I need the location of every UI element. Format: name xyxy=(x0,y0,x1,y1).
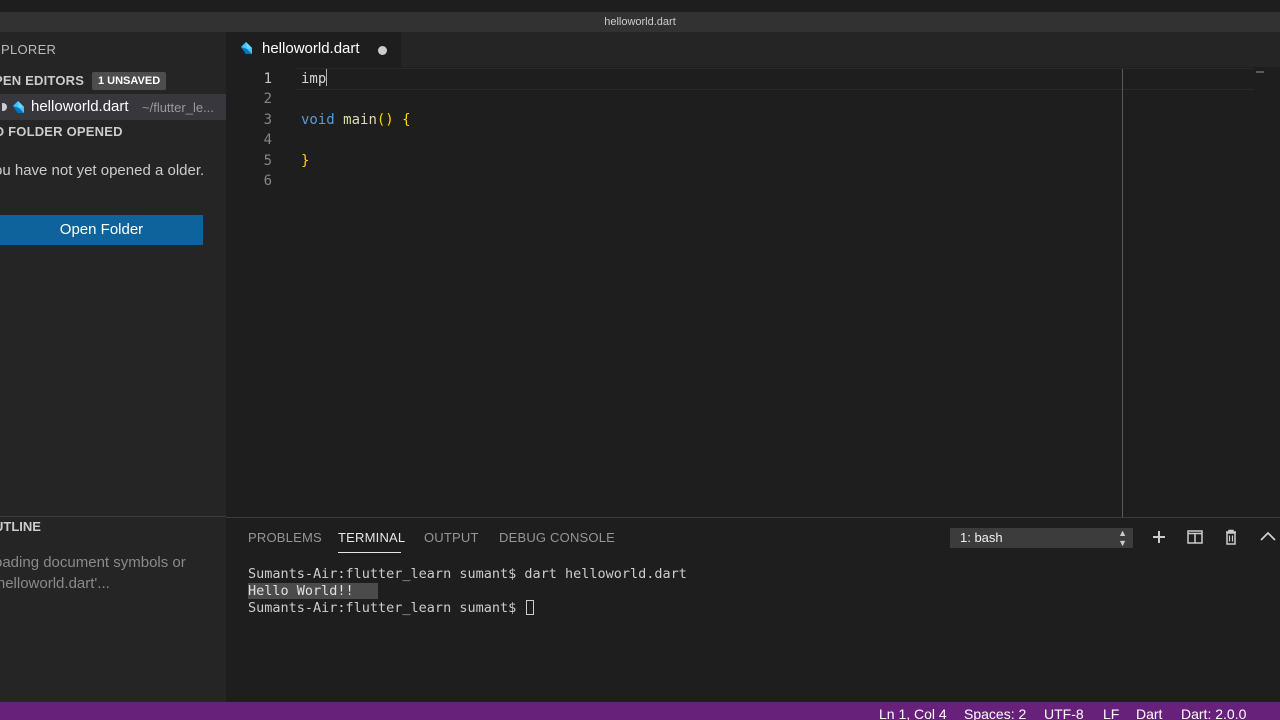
window-title: helloworld.dart xyxy=(604,16,676,28)
shell-select-value: 1: bash xyxy=(960,530,1003,545)
unsaved-dot-icon[interactable] xyxy=(378,46,387,55)
terminal-line-selected: Hello World!! xyxy=(248,583,354,599)
status-language[interactable]: Dart xyxy=(1136,705,1162,720)
open-editors-header[interactable]: PEN EDITORS xyxy=(0,73,84,88)
dart-icon xyxy=(13,101,24,113)
sidebar-divider xyxy=(0,516,226,517)
selection-padding xyxy=(353,583,379,599)
open-editor-item[interactable]: helloworld.dart ~/flutter_le... xyxy=(0,94,226,120)
outline-header[interactable]: UTLINE xyxy=(0,519,41,534)
sidebar: XPLORER PEN EDITORS 1 UNSAVED helloworld… xyxy=(0,32,226,702)
line-number: 2 xyxy=(263,91,272,107)
code-line: 5 } xyxy=(226,151,1256,171)
line-number: 4 xyxy=(263,132,272,148)
tab-problems[interactable]: PROBLEMS xyxy=(248,530,322,545)
bottom-panel: PROBLEMS TERMINAL OUTPUT DEBUG CONSOLE 1… xyxy=(226,517,1280,702)
code-line: 1 imp xyxy=(226,69,1256,89)
text-cursor xyxy=(326,69,328,86)
unsaved-badge: 1 UNSAVED xyxy=(92,72,167,90)
code-text: imp xyxy=(301,71,327,87)
status-sdk-version[interactable]: Dart: 2.0.0 xyxy=(1181,705,1246,720)
no-folder-header[interactable]: O FOLDER OPENED xyxy=(0,124,123,139)
function-name: main xyxy=(343,112,377,128)
dart-icon xyxy=(241,42,252,54)
code-editor[interactable]: 1 imp 2 3 void main() { 4 5 } 6 xyxy=(226,67,1280,517)
line-number: 3 xyxy=(263,112,272,128)
outline-message: oading document symbols or 'helloworld.d… xyxy=(0,554,186,592)
status-encoding[interactable]: UTF-8 xyxy=(1044,705,1084,720)
open-editor-path: ~/flutter_le... xyxy=(142,100,214,115)
dirty-indicator-icon xyxy=(2,103,7,111)
line-code: void main() { xyxy=(301,110,411,130)
line-number: 1 xyxy=(263,71,272,87)
line-code: imp xyxy=(301,69,328,89)
status-cursor-position[interactable]: Ln 1, Col 4 xyxy=(879,705,947,720)
tab-terminal[interactable]: TERMINAL xyxy=(338,530,405,545)
explorer-title: XPLORER xyxy=(0,42,57,57)
plus-icon[interactable] xyxy=(1150,528,1168,546)
editor-tab-bar: helloworld.dart xyxy=(226,32,1280,67)
title-bar: helloworld.dart xyxy=(0,0,1280,32)
active-tab-indicator xyxy=(338,552,401,553)
open-editor-filename: helloworld.dart xyxy=(31,98,129,115)
keyword: void xyxy=(301,112,335,128)
status-indentation[interactable]: Spaces: 2 xyxy=(964,705,1026,720)
tab-helloworld[interactable]: helloworld.dart xyxy=(226,32,401,67)
tab-debug-console[interactable]: DEBUG CONSOLE xyxy=(499,530,615,545)
code-line: 6 xyxy=(226,171,1256,191)
tab-output[interactable]: OUTPUT xyxy=(424,530,479,545)
status-bar: Ln 1, Col 4 Spaces: 2 UTF-8 LF Dart Dart… xyxy=(0,702,1280,720)
code-rest: () { xyxy=(376,112,411,128)
code-line: 3 void main() { xyxy=(226,110,1256,130)
no-folder-message: ou have not yet opened a older. xyxy=(0,162,205,179)
terminal-cursor xyxy=(526,600,535,615)
terminal-output[interactable]: Sumants-Air:flutter_learn sumant$ dart h… xyxy=(248,566,687,617)
minimap[interactable] xyxy=(1256,71,1264,73)
chevron-up-icon[interactable] xyxy=(1259,528,1277,546)
line-number: 5 xyxy=(263,153,272,169)
line-code: } xyxy=(301,153,310,169)
terminal-line: Sumants-Air:flutter_learn sumant$ dart h… xyxy=(248,566,687,582)
tab-label: helloworld.dart xyxy=(262,40,360,57)
split-icon[interactable] xyxy=(1186,528,1204,546)
line-number: 6 xyxy=(263,173,272,189)
code-line: 2 xyxy=(226,89,1256,109)
terminal-prompt: Sumants-Air:flutter_learn sumant$ xyxy=(248,600,525,616)
trash-icon[interactable] xyxy=(1222,528,1240,546)
status-eol[interactable]: LF xyxy=(1103,705,1119,720)
code-line: 4 xyxy=(226,130,1256,150)
open-folder-button[interactable]: Open Folder xyxy=(0,215,203,245)
select-arrows-icon: ▲ ▼ xyxy=(1118,528,1127,548)
terminal-shell-select[interactable]: 1: bash ▲ ▼ xyxy=(950,528,1133,548)
